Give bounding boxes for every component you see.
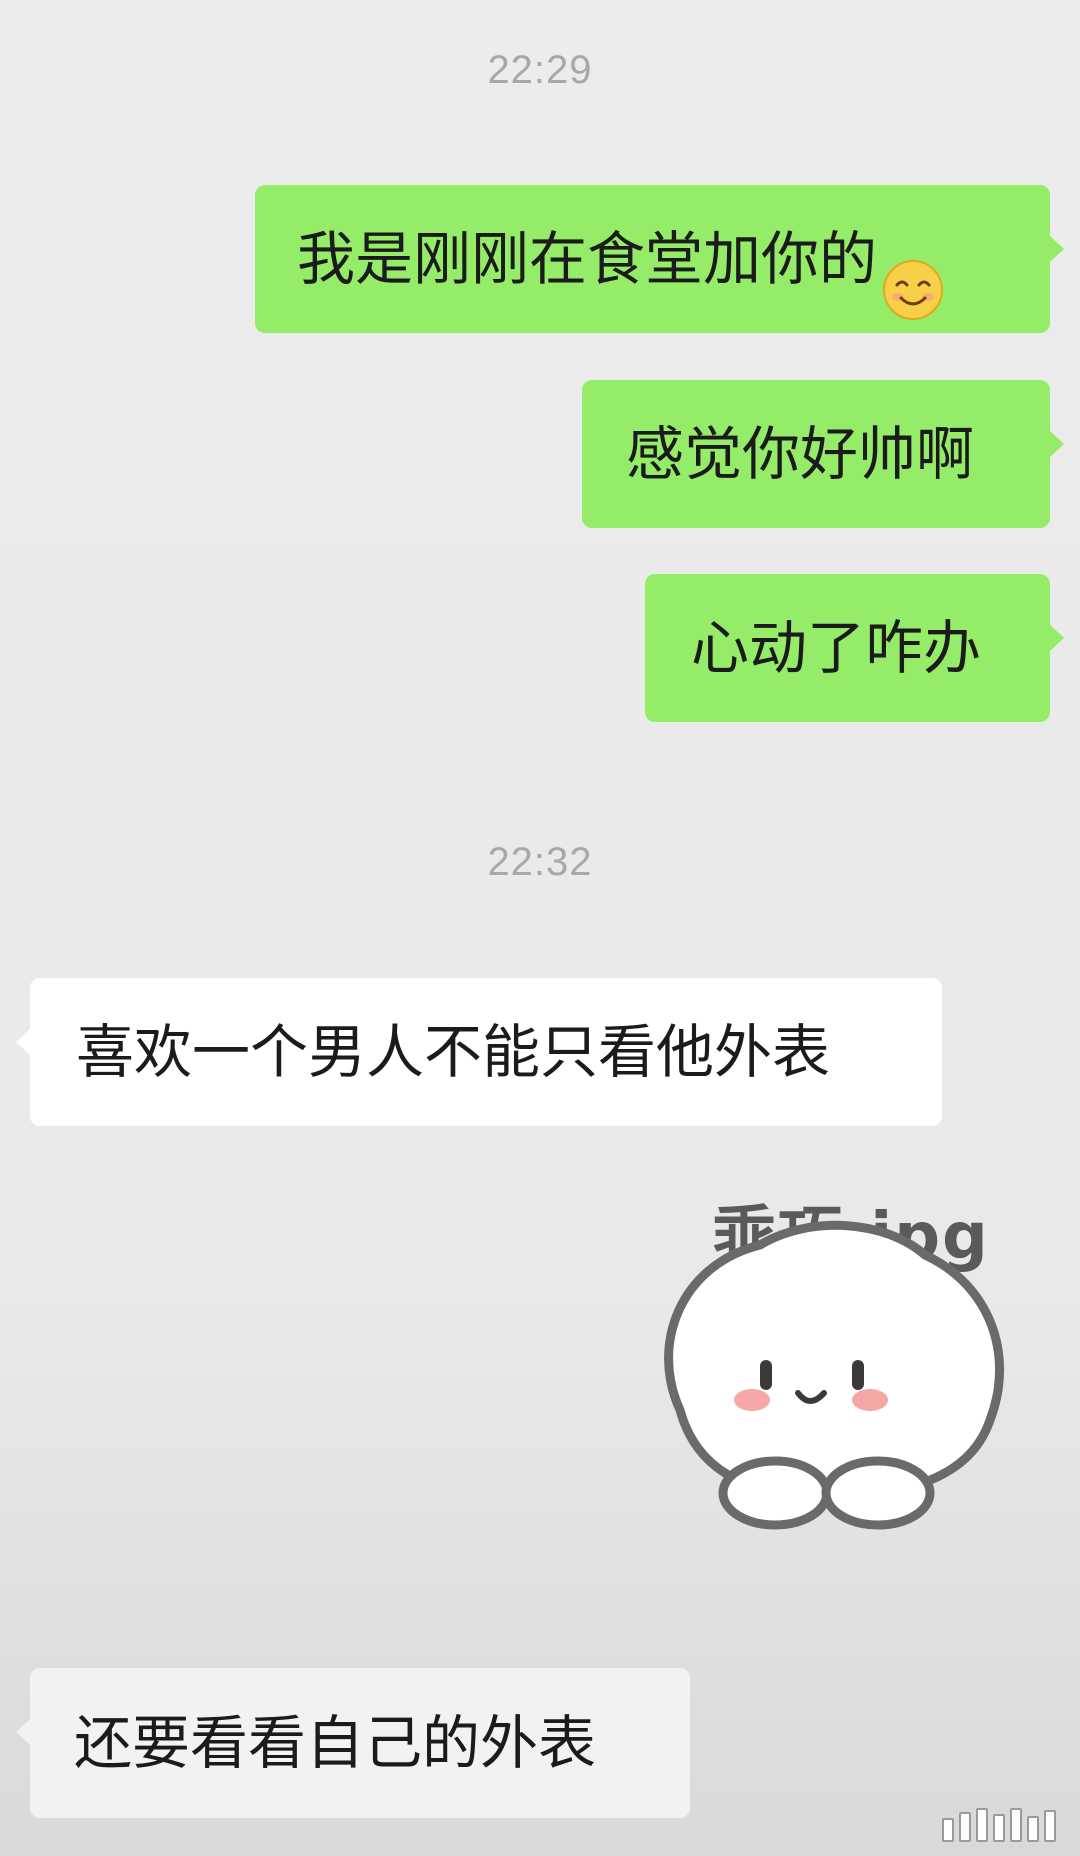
sent-message-bubble[interactable]: 感觉你好帅啊 [582, 380, 1064, 528]
message-text: 感觉你好帅啊 [626, 420, 975, 488]
sent-message-bubble[interactable]: 我是刚刚在食堂加你的 [255, 185, 1064, 333]
message-text: 喜欢一个男人不能只看他外表 [76, 1018, 831, 1086]
message-text: 我是刚刚在食堂加你的 [297, 225, 878, 293]
watermark-bars-icon [942, 1808, 1056, 1842]
smiling-face-emoji-icon [881, 228, 945, 376]
timestamp: 22:29 [487, 48, 593, 92]
cute-blob-sticker-icon[interactable] [640, 1175, 1020, 1575]
timestamp: 22:32 [487, 840, 593, 884]
received-message-bubble[interactable]: 喜欢一个男人不能只看他外表 [16, 978, 942, 1126]
message-text: 还要看看自己的外表 [74, 1709, 597, 1777]
sent-message-bubble[interactable]: 心动了咋办 [645, 574, 1064, 722]
message-text: 心动了咋办 [691, 614, 982, 682]
received-message-bubble[interactable]: 还要看看自己的外表 [16, 1668, 690, 1818]
